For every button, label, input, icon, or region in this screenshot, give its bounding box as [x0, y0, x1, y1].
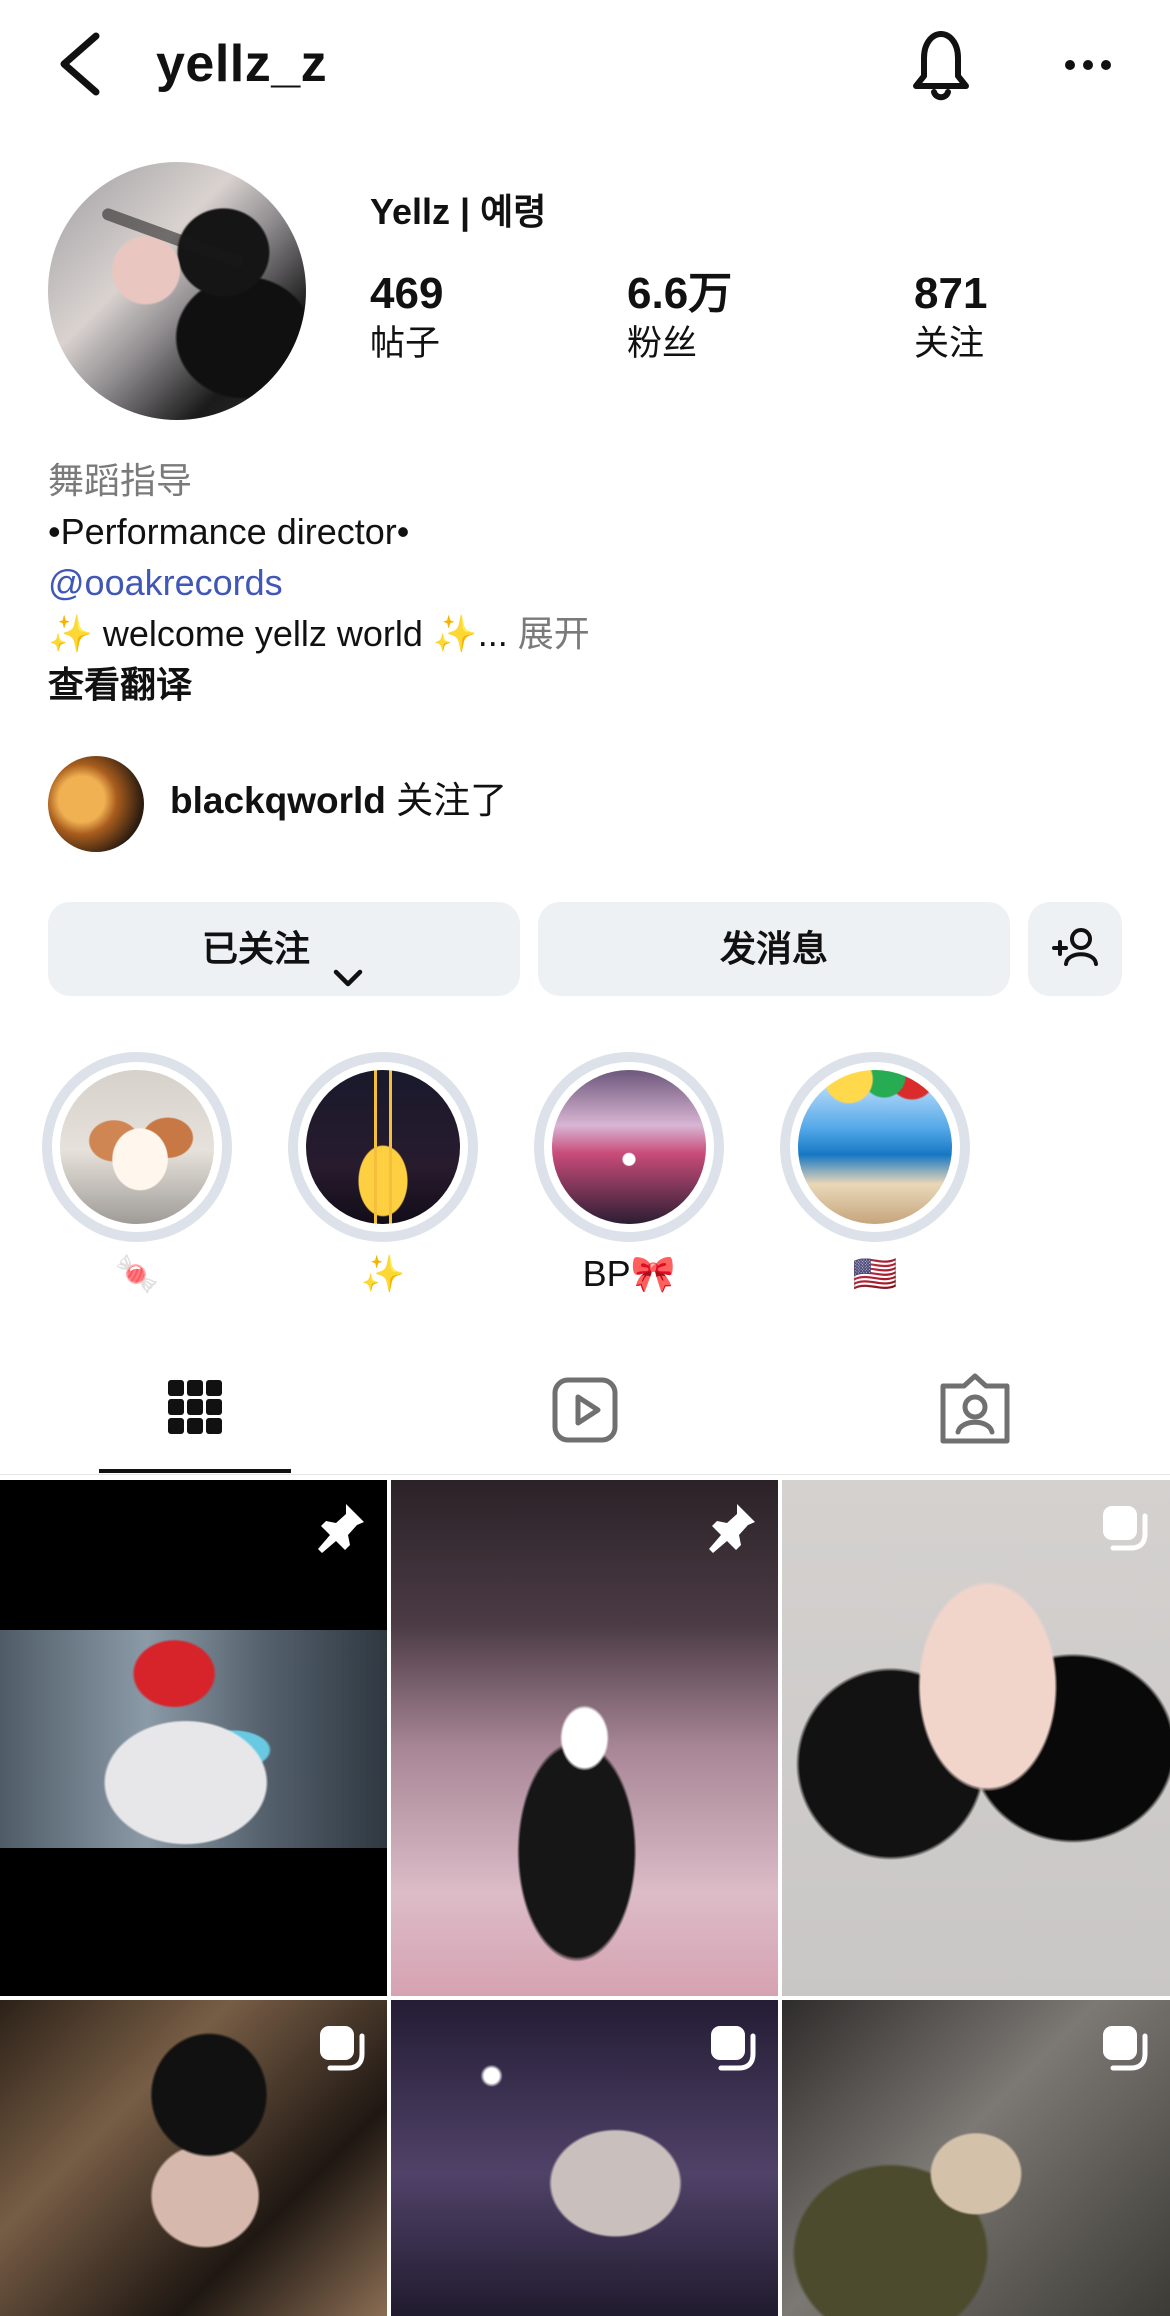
tab-tagged[interactable] [920, 1372, 1030, 1452]
profile-username: yellz_z [156, 35, 328, 93]
bio-category: 舞蹈指导 [48, 460, 193, 501]
story-highlight-sparkles[interactable]: ✨ [288, 1052, 478, 1302]
highlight-thumbnail [798, 1070, 952, 1224]
carousel-icon [1103, 2026, 1148, 2071]
story-highlight-bp[interactable]: BP🎀 [534, 1052, 724, 1302]
add-person-icon [1052, 928, 1098, 966]
bio-welcome-text: ✨ welcome yellz world ✨... [48, 613, 508, 654]
chevron-down-icon [330, 934, 366, 987]
carousel-icon [320, 2026, 365, 2071]
notification-button[interactable] [906, 26, 976, 102]
bio-welcome-line: ✨ welcome yellz world ✨... 展开 [48, 608, 590, 660]
followers-label: 粉丝 [627, 324, 698, 363]
highlight-thumbnail [306, 1070, 460, 1224]
posts-count: 469 [370, 269, 444, 318]
following-count: 871 [914, 269, 988, 318]
followed-by-suffix: 关注了 [396, 780, 508, 821]
followed-by-avatar[interactable] [48, 756, 144, 852]
back-arrow-icon [60, 32, 100, 96]
carousel-icon [1103, 1506, 1148, 1551]
highlight-label: ✨ [360, 1253, 406, 1294]
story-highlight-us[interactable]: 🇺🇸 [780, 1052, 970, 1302]
highlight-label: 🇺🇸 [852, 1253, 898, 1294]
following-stat[interactable]: 871 关注 [914, 268, 1104, 366]
highlight-label: BP🎀 [582, 1253, 676, 1294]
story-highlight-candy[interactable]: 🍬 [42, 1052, 232, 1302]
posts-label: 帖子 [370, 324, 441, 363]
pin-icon [709, 1504, 755, 1553]
highlight-thumbnail [552, 1070, 706, 1224]
carousel-icon [711, 2026, 756, 2071]
message-button-label: 发消息 [719, 928, 828, 969]
following-button[interactable]: 已关注 [48, 902, 520, 996]
post-thumbnail-2[interactable] [391, 1480, 778, 1996]
following-label: 关注 [914, 324, 985, 363]
post-image [0, 1630, 387, 1848]
bell-icon [913, 31, 969, 101]
followed-by-username: blackqworld [170, 780, 386, 821]
profile-avatar[interactable] [48, 162, 306, 420]
translate-bio-link[interactable]: 查看翻译 [48, 659, 192, 711]
profile-display-name: Yellz | 예령 [370, 191, 547, 232]
followed-by-text[interactable]: blackqworld 关注了 [170, 776, 507, 826]
tabs-divider [0, 1474, 1170, 1475]
posts-stat[interactable]: 469 帖子 [370, 268, 560, 366]
tagged-user-icon [940, 1373, 1010, 1444]
post-thumbnail-4[interactable] [0, 2000, 387, 2316]
following-button-label: 已关注 [201, 928, 310, 969]
message-button[interactable]: 发消息 [538, 902, 1010, 996]
followers-stat[interactable]: 6.6万 粉丝 [627, 268, 817, 366]
more-icon [1065, 60, 1111, 70]
more-options-button[interactable] [1058, 40, 1118, 90]
reels-icon [552, 1377, 618, 1443]
bio-mention-link[interactable]: @ooakrecords [48, 557, 283, 609]
tab-reels[interactable] [530, 1372, 640, 1452]
highlight-label: 🍬 [114, 1253, 160, 1294]
suggested-users-button[interactable] [1028, 902, 1122, 996]
post-thumbnail-6[interactable] [782, 2000, 1170, 2316]
followers-count: 6.6万 [627, 269, 733, 318]
grid-icon [168, 1380, 222, 1434]
highlight-thumbnail [60, 1070, 214, 1224]
pin-icon [318, 1504, 364, 1553]
bio-description: •Performance director• [48, 511, 410, 552]
tab-selected-indicator [99, 1469, 291, 1473]
tab-posts[interactable] [140, 1372, 250, 1452]
post-thumbnail-5[interactable] [391, 2000, 778, 2316]
post-thumbnail-1[interactable] [0, 1480, 387, 1996]
post-thumbnail-3[interactable] [782, 1480, 1170, 1996]
back-button[interactable] [52, 28, 112, 100]
bio-expand-link[interactable]: 展开 [518, 613, 590, 654]
